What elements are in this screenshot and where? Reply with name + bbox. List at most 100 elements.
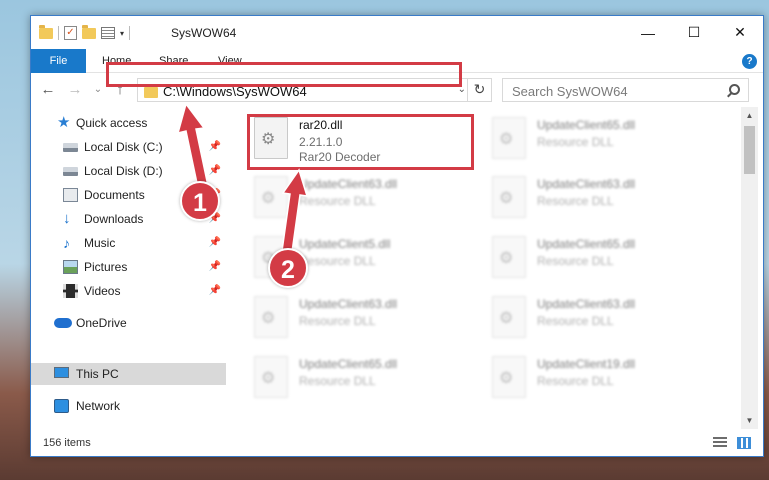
sidebar-item-videos[interactable]: Videos 📌	[31, 280, 226, 302]
up-button[interactable]: ↑	[111, 81, 129, 99]
new-folder-icon[interactable]	[82, 24, 96, 39]
file-name: UpdateClient63.dll	[537, 177, 636, 191]
search-box[interactable]: Search SysWOW64	[502, 78, 749, 102]
file-name: UpdateClient5.dll	[299, 237, 391, 251]
file-name: UpdateClient63.dll	[299, 177, 398, 191]
cloud-icon	[54, 318, 72, 328]
title-bar: ✓ ▾ SysWOW64 — ☐ ✕	[31, 16, 763, 49]
sidebar-item-label: Music	[84, 236, 116, 250]
dll-file-icon	[254, 296, 288, 338]
address-bar[interactable]: C:\Windows\SysWOW64 ⌄ ↻	[137, 78, 492, 102]
dll-file-icon	[254, 356, 288, 398]
pin-icon[interactable]: 📌	[209, 160, 221, 182]
star-icon: ★	[57, 114, 71, 131]
file-name: UpdateClient65.dll	[537, 237, 636, 251]
tab-file[interactable]: File	[31, 49, 86, 73]
forward-button[interactable]: →	[66, 81, 84, 99]
back-button[interactable]: ←	[39, 81, 57, 99]
file-description: Resource DLL	[537, 314, 614, 328]
file-item[interactable]: UpdateClient63.dll Resource DLL	[226, 286, 441, 344]
file-description: Resource DLL	[299, 194, 376, 208]
search-input[interactable]: Search SysWOW64	[512, 84, 628, 99]
scroll-up-arrow-icon[interactable]: ▲	[741, 107, 758, 124]
details-view-icon[interactable]	[713, 437, 727, 449]
dll-file-icon	[492, 296, 526, 338]
maximize-button[interactable]: ☐	[671, 16, 717, 49]
scroll-down-arrow-icon[interactable]: ▼	[741, 412, 758, 429]
step-callout-1: 1	[180, 181, 220, 221]
download-icon: ↓	[63, 210, 71, 227]
customize-toolbar-dropdown[interactable]: ▾	[120, 29, 124, 38]
dll-file-icon	[492, 117, 526, 159]
quick-access-toolbar: ✓ ▾	[39, 24, 131, 42]
sidebar-item-music[interactable]: ♪ Music 📌	[31, 232, 226, 254]
file-name: UpdateClient19.dll	[537, 357, 636, 371]
file-item[interactable]: UpdateClient65.dll Resource DLL	[226, 346, 441, 404]
file-name: UpdateClient65.dll	[299, 357, 398, 371]
help-icon[interactable]: ?	[742, 54, 757, 69]
sidebar-item-label: Videos	[84, 284, 121, 298]
file-item-highlighted[interactable]: rar20.dll 2.21.1.0 Rar20 Decoder	[226, 107, 441, 165]
folder-icon[interactable]	[39, 24, 53, 39]
properties-icon[interactable]	[101, 27, 115, 39]
scrollbar-thumb[interactable]	[744, 126, 755, 174]
sidebar-item-quick-access[interactable]: ★ Quick access	[31, 112, 226, 134]
large-icons-view-icon[interactable]	[737, 437, 751, 449]
close-button[interactable]: ✕	[717, 16, 763, 49]
network-icon	[54, 399, 69, 413]
sidebar-item-label: Documents	[84, 188, 145, 202]
tab-view[interactable]: View	[203, 49, 257, 73]
ribbon-tabs: File Home Share View ?	[31, 49, 763, 73]
sidebar-item-this-pc[interactable]: This PC	[31, 363, 226, 385]
dll-file-icon	[492, 176, 526, 218]
documents-icon	[63, 188, 78, 202]
pin-icon[interactable]: 📌	[209, 232, 221, 254]
file-name: rar20.dll	[299, 118, 343, 132]
properties-check-icon[interactable]: ✓	[64, 26, 77, 40]
minimize-button[interactable]: —	[625, 16, 671, 49]
sidebar-item-onedrive[interactable]: OneDrive	[31, 312, 226, 334]
pin-icon[interactable]: 📌	[209, 136, 221, 158]
sidebar-item-local-disk-d[interactable]: Local Disk (D:) 📌	[31, 160, 226, 182]
vertical-scrollbar[interactable]: ▲ ▼	[741, 107, 758, 429]
sidebar-item-label: Local Disk (D:)	[84, 164, 163, 178]
file-item[interactable]: UpdateClient65.dll Resource DLL	[464, 226, 679, 284]
pin-icon[interactable]: 📌	[209, 256, 221, 278]
file-item[interactable]: UpdateClient5.dll Resource DLL	[226, 226, 441, 284]
refresh-button[interactable]: ↻	[467, 78, 491, 102]
pin-icon[interactable]: 📌	[209, 280, 221, 302]
computer-icon	[54, 367, 69, 378]
sidebar-item-label: OneDrive	[76, 316, 127, 330]
file-description: Resource DLL	[299, 374, 376, 388]
file-item[interactable]: UpdateClient65.dll Resource DLL	[464, 107, 679, 165]
file-version: 2.21.1.0	[299, 135, 343, 149]
file-description: Resource DLL	[299, 254, 376, 268]
toolbar-divider	[58, 26, 59, 40]
item-count: 156 items	[43, 437, 91, 449]
sidebar-item-label: Local Disk (C:)	[84, 140, 163, 154]
step-callout-2: 2	[268, 248, 308, 288]
file-name: UpdateClient65.dll	[537, 118, 636, 132]
search-icon[interactable]	[729, 84, 740, 95]
disk-icon	[63, 167, 78, 176]
file-description: Resource DLL	[537, 194, 614, 208]
recent-locations-button[interactable]: ⌄	[89, 81, 107, 99]
sidebar-item-network[interactable]: Network	[31, 395, 226, 417]
tab-share[interactable]: Share	[144, 49, 203, 73]
navigation-bar: ← → ⌄ ↑ C:\Windows\SysWOW64 ⌄ ↻ Search S…	[31, 73, 763, 107]
file-item[interactable]: UpdateClient63.dll Resource DLL	[464, 286, 679, 344]
toolbar-divider	[129, 26, 131, 40]
file-item[interactable]: UpdateClient19.dll Resource DLL	[464, 346, 679, 404]
file-item[interactable]: UpdateClient63.dll Resource DLL	[226, 166, 441, 224]
chevron-down-icon[interactable]: ⌄	[458, 84, 466, 95]
navigation-pane: ★ Quick access Local Disk (C:) 📌 Local D…	[31, 107, 226, 429]
file-description: Resource DLL	[299, 314, 376, 328]
sidebar-item-pictures[interactable]: Pictures 📌	[31, 256, 226, 278]
window-title: SysWOW64	[171, 26, 237, 40]
sidebar-item-local-disk-c[interactable]: Local Disk (C:) 📌	[31, 136, 226, 158]
explorer-window: ✓ ▾ SysWOW64 — ☐ ✕ File Home Share View …	[30, 15, 764, 457]
tab-home[interactable]: Home	[87, 49, 146, 73]
file-item[interactable]: UpdateClient63.dll Resource DLL	[464, 166, 679, 224]
address-path[interactable]: C:\Windows\SysWOW64	[163, 84, 307, 99]
sidebar-item-label: Downloads	[84, 212, 144, 226]
